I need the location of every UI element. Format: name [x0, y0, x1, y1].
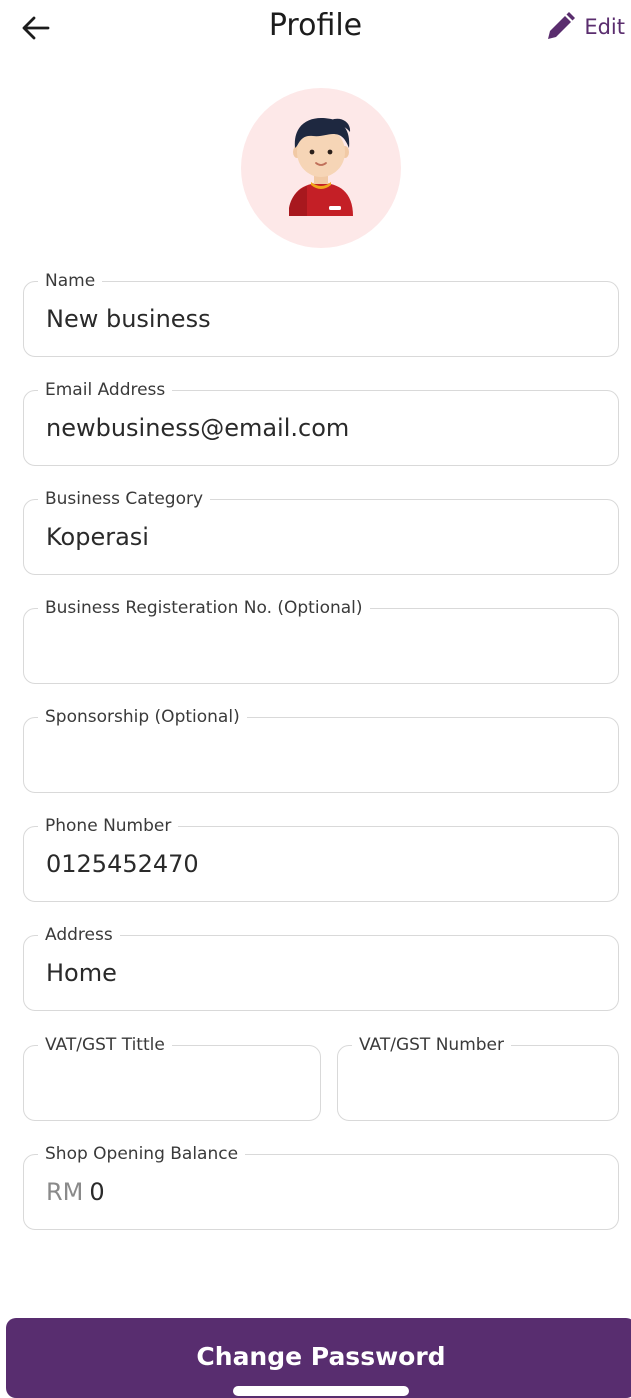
home-indicator: [233, 1386, 409, 1396]
business-category-field[interactable]: Business Category Koperasi: [23, 489, 619, 575]
edit-button[interactable]: Edit: [544, 10, 625, 44]
currency-prefix: RM: [46, 1178, 84, 1206]
address-field[interactable]: Address Home: [23, 925, 619, 1011]
shop-opening-balance-label: Shop Opening Balance: [38, 1144, 246, 1164]
name-input[interactable]: New business: [46, 304, 602, 334]
business-category-label: Business Category: [38, 489, 211, 509]
phone-number-label: Phone Number: [38, 816, 179, 836]
sponsorship-label: Sponsorship (Optional): [38, 707, 247, 727]
business-registration-label: Business Registeration No. (Optional): [38, 598, 370, 618]
back-button[interactable]: [18, 10, 54, 46]
phone-number-input[interactable]: 0125452470: [46, 849, 602, 879]
business-registration-field[interactable]: Business Registeration No. (Optional): [23, 598, 619, 684]
avatar[interactable]: [241, 88, 401, 248]
vat-number-label: VAT/GST Number: [352, 1035, 512, 1055]
email-label: Email Address: [38, 380, 173, 400]
page-title: Profile: [268, 8, 363, 43]
address-label: Address: [38, 925, 120, 945]
vat-number-field[interactable]: VAT/GST Number: [337, 1035, 619, 1121]
app-header: Profile Edit: [0, 0, 631, 56]
shop-opening-balance-field[interactable]: Shop Opening Balance RM 0: [23, 1144, 619, 1230]
user-avatar-icon: [289, 118, 353, 216]
business-category-input[interactable]: Koperasi: [46, 522, 602, 552]
arrow-left-icon: [22, 16, 50, 40]
shop-opening-balance-input[interactable]: RM 0: [46, 1177, 602, 1207]
name-label: Name: [38, 271, 103, 291]
sponsorship-field[interactable]: Sponsorship (Optional): [23, 707, 619, 793]
email-field[interactable]: Email Address newbusiness@email.com: [23, 380, 619, 466]
opening-balance-value: 0: [89, 1178, 105, 1206]
email-input[interactable]: newbusiness@email.com: [46, 413, 602, 443]
pencil-icon: [548, 12, 576, 39]
phone-number-field[interactable]: Phone Number 0125452470: [23, 816, 619, 902]
name-field[interactable]: Name New business: [23, 271, 619, 357]
edit-label: Edit: [584, 15, 625, 39]
address-input[interactable]: Home: [46, 958, 602, 988]
vat-title-field[interactable]: VAT/GST Tittle: [23, 1035, 321, 1121]
vat-title-label: VAT/GST Tittle: [38, 1035, 172, 1055]
